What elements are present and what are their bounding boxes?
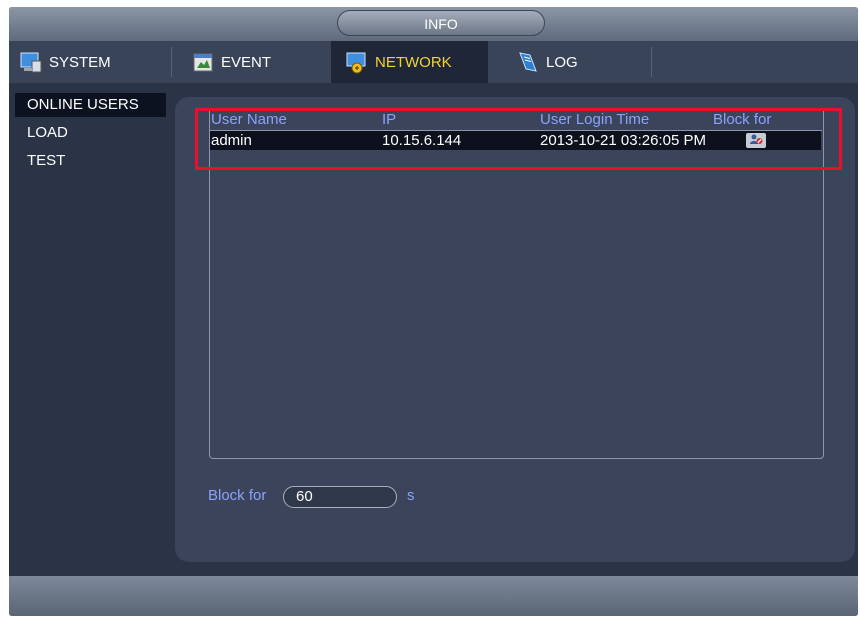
sidebar-item-load[interactable]: LOAD: [15, 121, 166, 145]
block-duration-input[interactable]: 60: [283, 486, 397, 508]
bottom-bar: [9, 576, 858, 616]
tab-divider: [171, 47, 172, 77]
tab-label: SYSTEM: [49, 53, 111, 71]
tab-log[interactable]: LOG: [504, 41, 649, 83]
block-unit-label: s: [407, 487, 415, 504]
block-for-label: Block for: [208, 487, 267, 504]
tab-label: LOG: [546, 53, 578, 71]
network-icon: [345, 50, 369, 74]
tab-event[interactable]: EVENT: [179, 41, 327, 83]
sidebar-item-online-users[interactable]: ONLINE USERS: [15, 93, 166, 117]
monitor-icon: [19, 50, 43, 74]
main-tabs: SYSTEM EVENT NETWORK LOG: [9, 41, 858, 83]
sidebar-item-label: LOAD: [27, 124, 68, 141]
title-bar: INFO: [9, 7, 858, 41]
tab-label: EVENT: [221, 53, 272, 71]
event-icon: [191, 50, 215, 74]
annotation-highlight-box: [195, 108, 842, 170]
sidebar-item-label: TEST: [27, 152, 66, 169]
sidebar-item-label: ONLINE USERS: [27, 96, 139, 113]
tab-label: NETWORK: [375, 53, 452, 71]
app-window: INFO SYSTEM EVENT NETWORK LOG ONLINE USE…: [9, 7, 858, 616]
tab-divider: [651, 47, 652, 77]
window-title: INFO: [337, 10, 545, 36]
tab-network[interactable]: NETWORK: [331, 41, 488, 83]
log-book-icon: [516, 50, 540, 74]
sidebar-item-test[interactable]: TEST: [15, 149, 166, 173]
tab-system[interactable]: SYSTEM: [15, 41, 165, 83]
